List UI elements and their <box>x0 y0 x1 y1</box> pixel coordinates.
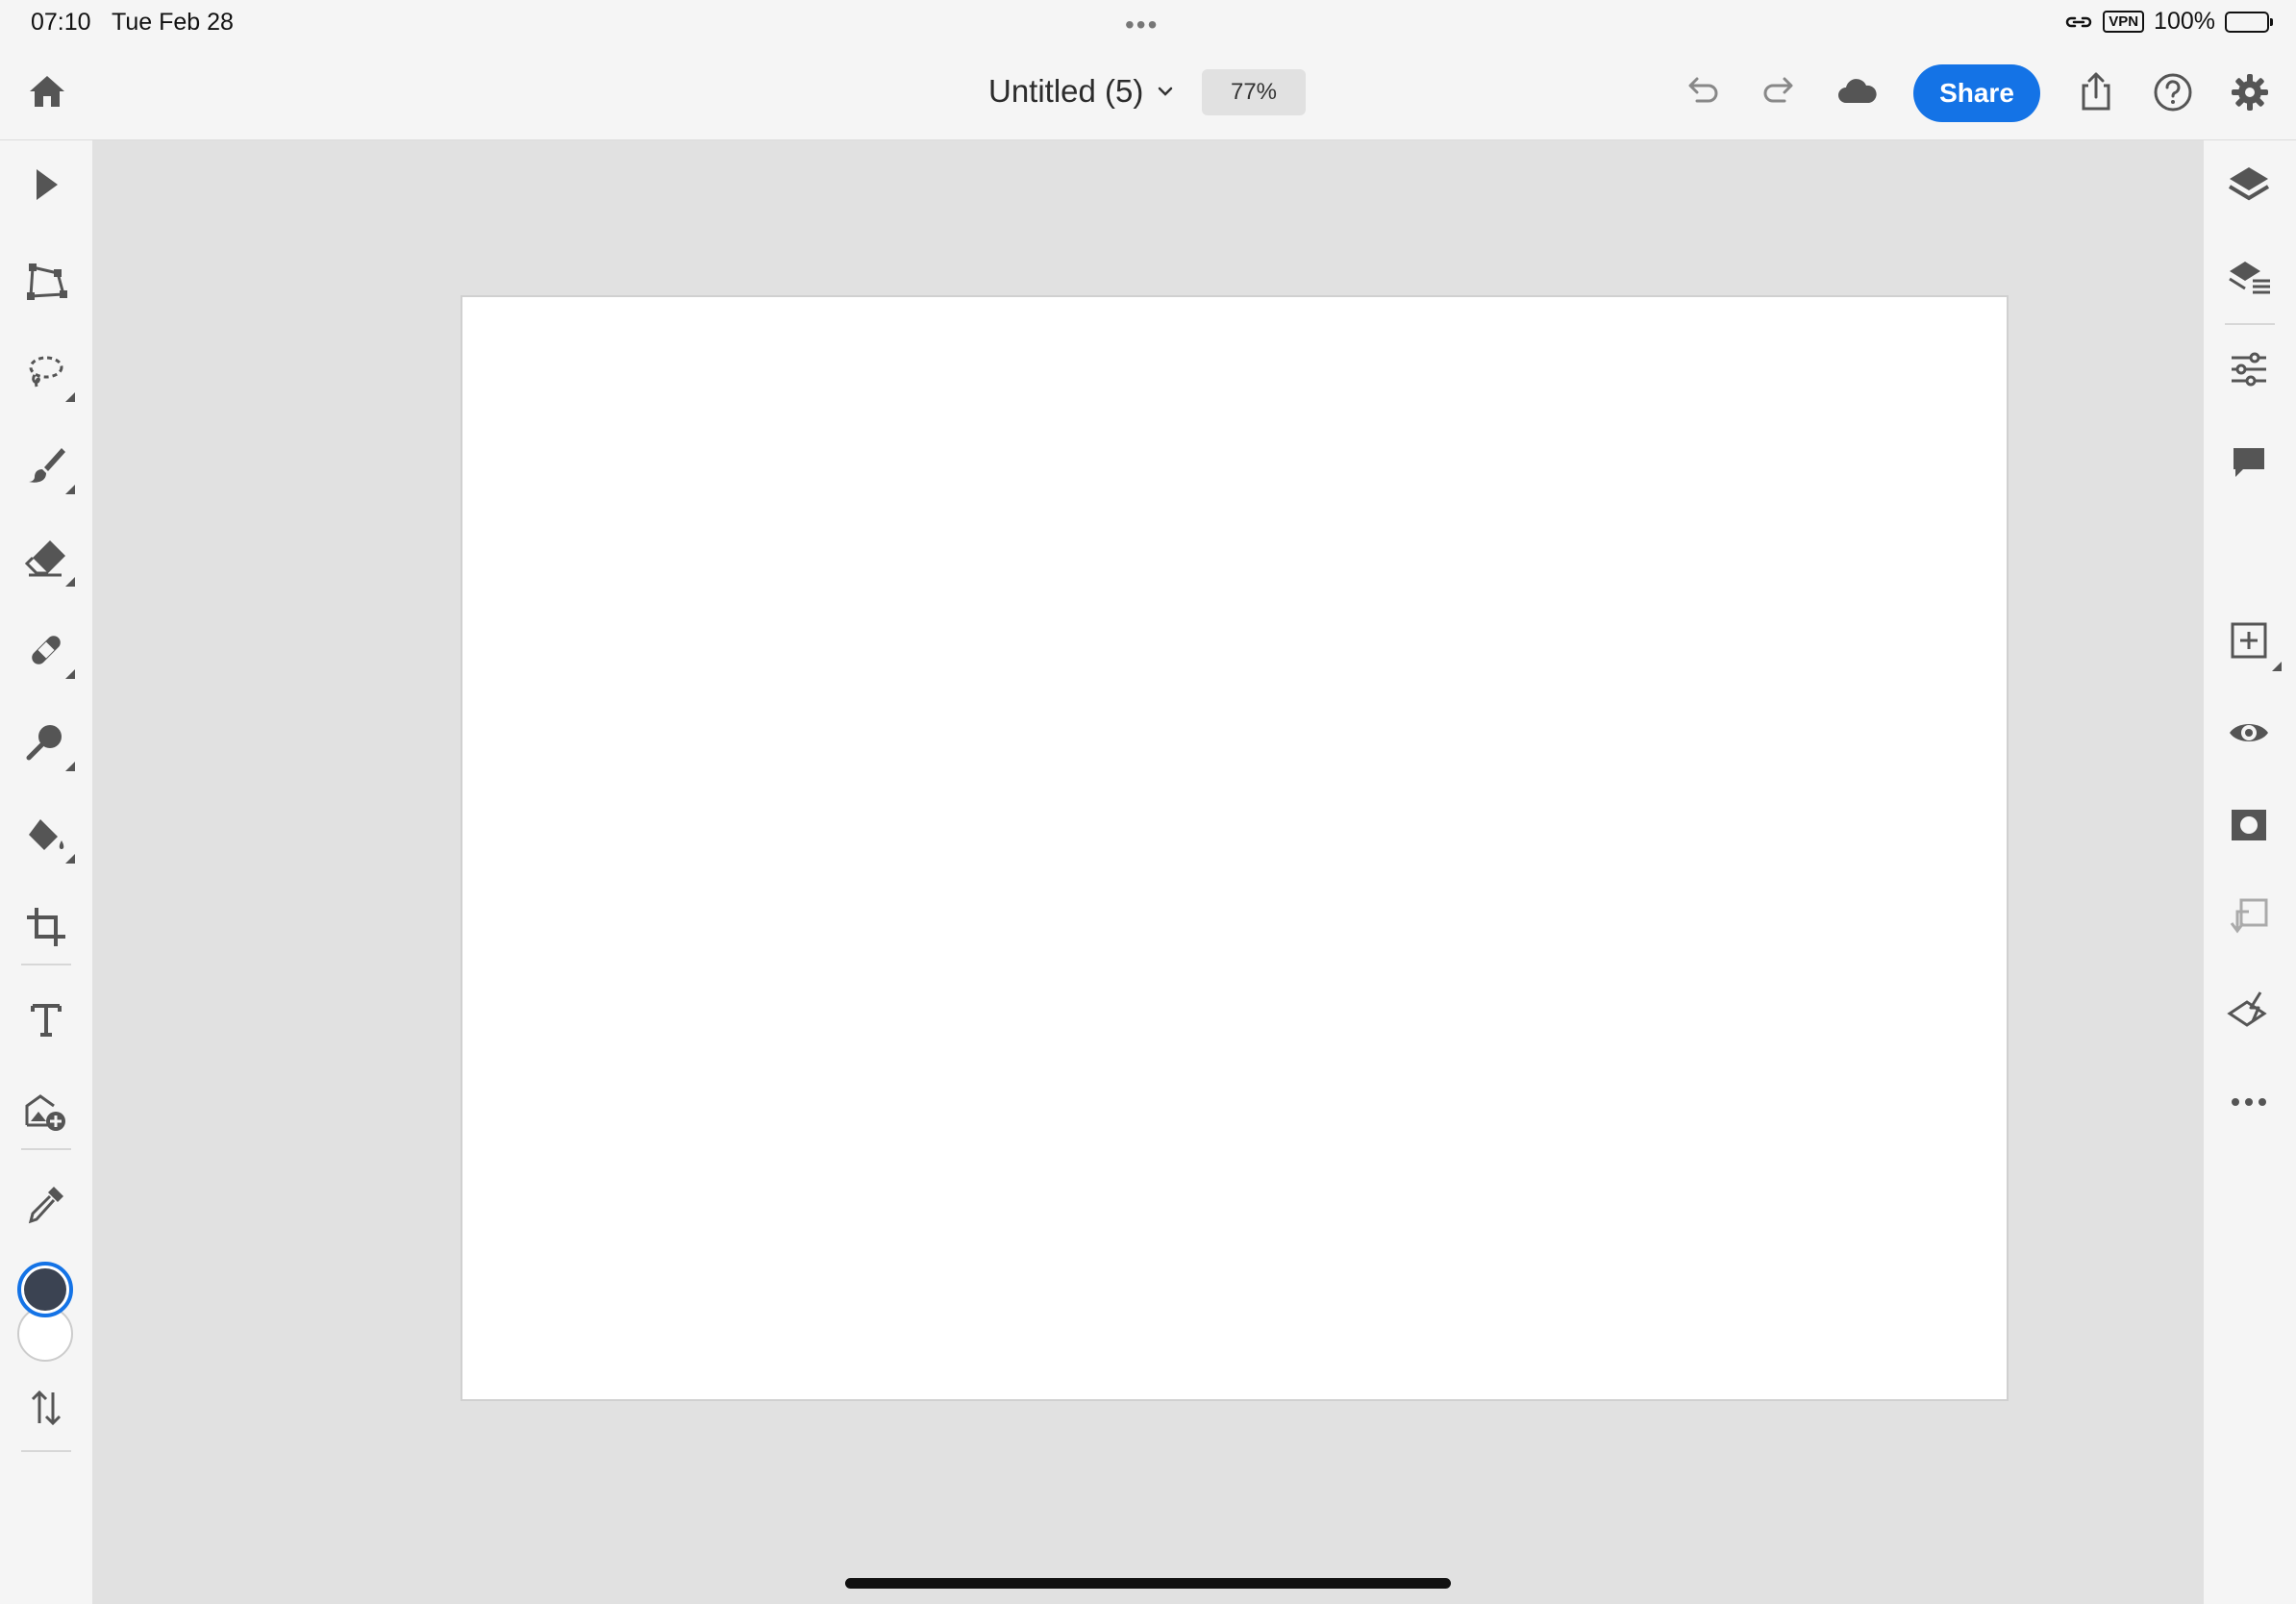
mask-button[interactable] <box>2226 802 2272 848</box>
eraser-tool[interactable] <box>23 535 75 587</box>
submenu-indicator <box>65 762 75 771</box>
multitasking-dots[interactable]: ••• <box>1125 10 1159 40</box>
left-toolbar <box>0 140 92 1604</box>
crop-icon <box>23 904 69 950</box>
document-title-menu[interactable]: Untitled (5) <box>988 73 1174 110</box>
rail-divider <box>21 964 71 965</box>
foreground-color-swatch[interactable] <box>17 1262 73 1317</box>
clip-icon <box>2226 894 2272 940</box>
battery-percent: 100% <box>2154 8 2215 35</box>
redo-icon[interactable] <box>1756 68 1804 116</box>
fill-tool[interactable] <box>23 812 75 864</box>
bandage-icon <box>23 627 69 673</box>
visibility-button[interactable] <box>2226 710 2272 756</box>
more-icon <box>2226 1079 2272 1125</box>
type-tool[interactable] <box>23 996 69 1042</box>
submenu-indicator <box>65 577 75 587</box>
share-button[interactable]: Share <box>1913 64 2040 122</box>
arrow-pointer-icon <box>23 162 69 208</box>
comments-button[interactable] <box>2226 439 2272 485</box>
status-date: Tue Feb 28 <box>112 9 234 36</box>
clipping-button[interactable] <box>2226 894 2272 940</box>
eyedropper-tool[interactable] <box>23 1181 69 1227</box>
add-layer-button[interactable] <box>2226 617 2282 671</box>
swap-colors-tool[interactable] <box>23 1385 69 1431</box>
rail-divider <box>21 1148 71 1150</box>
layer-properties-button[interactable] <box>2226 254 2272 300</box>
help-icon[interactable] <box>2149 68 2197 116</box>
adjustments-button[interactable] <box>2226 346 2272 392</box>
paint-bucket-icon <box>23 812 69 858</box>
layer-properties-icon <box>2226 254 2272 300</box>
eyedropper-icon <box>23 1181 69 1227</box>
status-bar: 07:10 Tue Feb 28 ••• VPN 100% <box>0 0 2296 46</box>
top-bar: Untitled (5) 77% Share <box>0 46 2296 140</box>
brush-tool[interactable] <box>23 442 75 494</box>
submenu-indicator <box>2272 662 2282 671</box>
dodge-icon <box>23 719 69 765</box>
transform-tool[interactable] <box>23 258 69 304</box>
layers-panel-button[interactable] <box>2226 162 2272 208</box>
add-square-icon <box>2226 617 2272 664</box>
submenu-indicator <box>65 485 75 494</box>
eye-icon <box>2226 710 2272 756</box>
home-indicator[interactable] <box>845 1578 1451 1589</box>
sliders-icon <box>2226 346 2272 392</box>
more-button[interactable] <box>2226 1079 2272 1125</box>
place-image-tool[interactable] <box>23 1089 69 1135</box>
text-icon <box>23 996 69 1042</box>
swap-icon <box>23 1385 69 1431</box>
submenu-indicator <box>65 669 75 679</box>
gear-icon[interactable] <box>2226 68 2274 116</box>
document-canvas[interactable] <box>461 295 2009 1401</box>
rail-divider <box>2225 323 2275 325</box>
chevron-down-icon <box>1157 86 1174 97</box>
rail-divider <box>21 1450 71 1452</box>
add-image-icon <box>23 1089 69 1135</box>
select-tool[interactable] <box>23 162 69 208</box>
vpn-badge: VPN <box>2103 11 2145 33</box>
lasso-icon <box>23 350 69 396</box>
foreground-color-fill <box>24 1268 66 1311</box>
layers-icon <box>2226 162 2272 208</box>
brush-icon <box>23 442 69 489</box>
status-time: 07:10 <box>31 9 91 36</box>
status-right: VPN 100% <box>2064 8 2273 36</box>
quick-actions-button[interactable] <box>2226 987 2272 1033</box>
undo-icon[interactable] <box>1678 68 1726 116</box>
submenu-indicator <box>65 392 75 402</box>
comment-icon <box>2226 439 2272 485</box>
lasso-tool[interactable] <box>23 350 75 402</box>
link-icon <box>2064 12 2093 33</box>
cloud-icon[interactable] <box>1833 68 1881 116</box>
document-title: Untitled (5) <box>988 73 1144 109</box>
healing-tool[interactable] <box>23 627 75 679</box>
submenu-indicator <box>65 854 75 864</box>
dodge-tool[interactable] <box>23 719 75 771</box>
home-icon[interactable] <box>25 70 69 114</box>
transform-icon <box>23 258 69 304</box>
eraser-icon <box>23 535 69 581</box>
right-toolbar <box>2204 140 2296 1604</box>
zoom-level[interactable]: 77% <box>1202 69 1306 115</box>
crop-tool[interactable] <box>23 904 69 950</box>
export-icon[interactable] <box>2072 68 2120 116</box>
quick-actions-icon <box>2226 987 2272 1033</box>
battery-icon <box>2225 11 2273 33</box>
mask-icon <box>2226 802 2272 848</box>
